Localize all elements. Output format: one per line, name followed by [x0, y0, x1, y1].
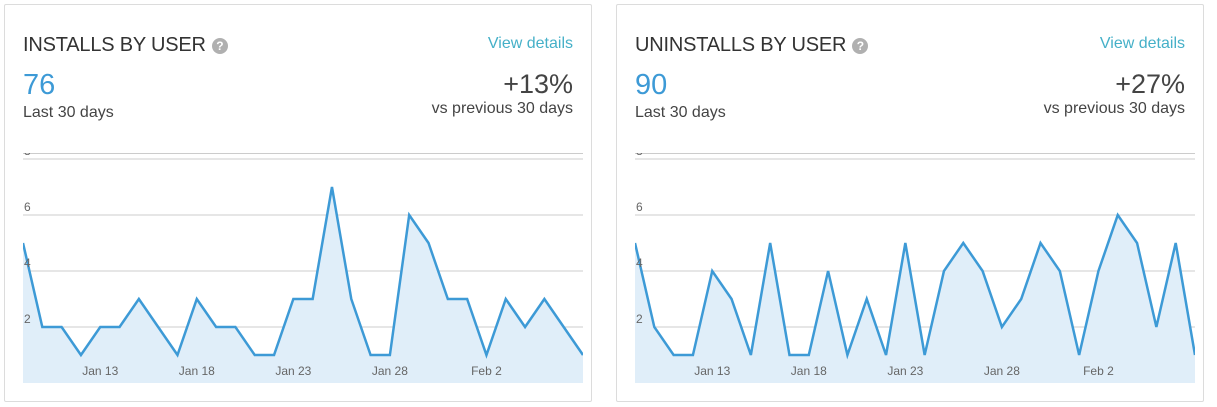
- card-title-text: UNINSTALLS BY USER: [635, 34, 847, 56]
- card-title: UNINSTALLS BY USER ?: [635, 34, 869, 57]
- question-icon[interactable]: ?: [211, 37, 228, 54]
- card-title: INSTALLS BY USER ?: [23, 34, 228, 57]
- x-tick-label: Jan 23: [275, 364, 311, 378]
- x-tick-label: Jan 28: [372, 364, 408, 378]
- y-tick-label: 2: [24, 312, 31, 326]
- y-tick-label: 2: [636, 312, 643, 326]
- view-details-link[interactable]: View details: [488, 35, 573, 53]
- metric-value: 76: [23, 69, 56, 101]
- x-tick-label: Jan 28: [984, 364, 1020, 378]
- y-tick-label: 6: [636, 200, 643, 214]
- x-tick-label: Feb 2: [471, 364, 502, 378]
- x-tick-label: Jan 18: [179, 364, 215, 378]
- metric-caption: Last 30 days: [635, 104, 726, 121]
- card-title-text: INSTALLS BY USER: [23, 34, 206, 56]
- metric-caption: Last 30 days: [23, 104, 114, 121]
- uninstalls-card: UNINSTALLS BY USER ? View details 90 Las…: [616, 4, 1204, 402]
- y-tick-label: 6: [24, 200, 31, 214]
- question-icon[interactable]: ?: [852, 37, 869, 54]
- uninstalls-chart: 2 4 6 8 Jan 13 Jan 18 Jan 23 Jan 28 Feb 2: [635, 153, 1195, 383]
- installs-card: INSTALLS BY USER ? View details 76 Last …: [4, 4, 592, 402]
- x-tick-label: Jan 23: [887, 364, 923, 378]
- metric-value: 90: [635, 69, 668, 101]
- view-details-link[interactable]: View details: [1100, 35, 1185, 53]
- change-caption: vs previous 30 days: [431, 100, 573, 117]
- x-tick-label: Jan 18: [791, 364, 827, 378]
- series-area: [23, 187, 583, 383]
- y-tick-label: 4: [24, 256, 31, 270]
- y-tick-label: 8: [24, 153, 31, 158]
- x-tick-label: Jan 13: [694, 364, 730, 378]
- x-tick-label: Jan 13: [82, 364, 118, 378]
- x-tick-label: Feb 2: [1083, 364, 1114, 378]
- y-tick-label: 8: [636, 153, 643, 158]
- installs-chart: 2 4 6 8 Jan 13 Jan 18 Jan 23 Jan 28 Feb 2: [23, 153, 583, 383]
- y-tick-label: 4: [636, 256, 643, 270]
- change-percent: +13%: [503, 69, 573, 99]
- change-percent: +27%: [1115, 69, 1185, 99]
- change-caption: vs previous 30 days: [1043, 100, 1185, 117]
